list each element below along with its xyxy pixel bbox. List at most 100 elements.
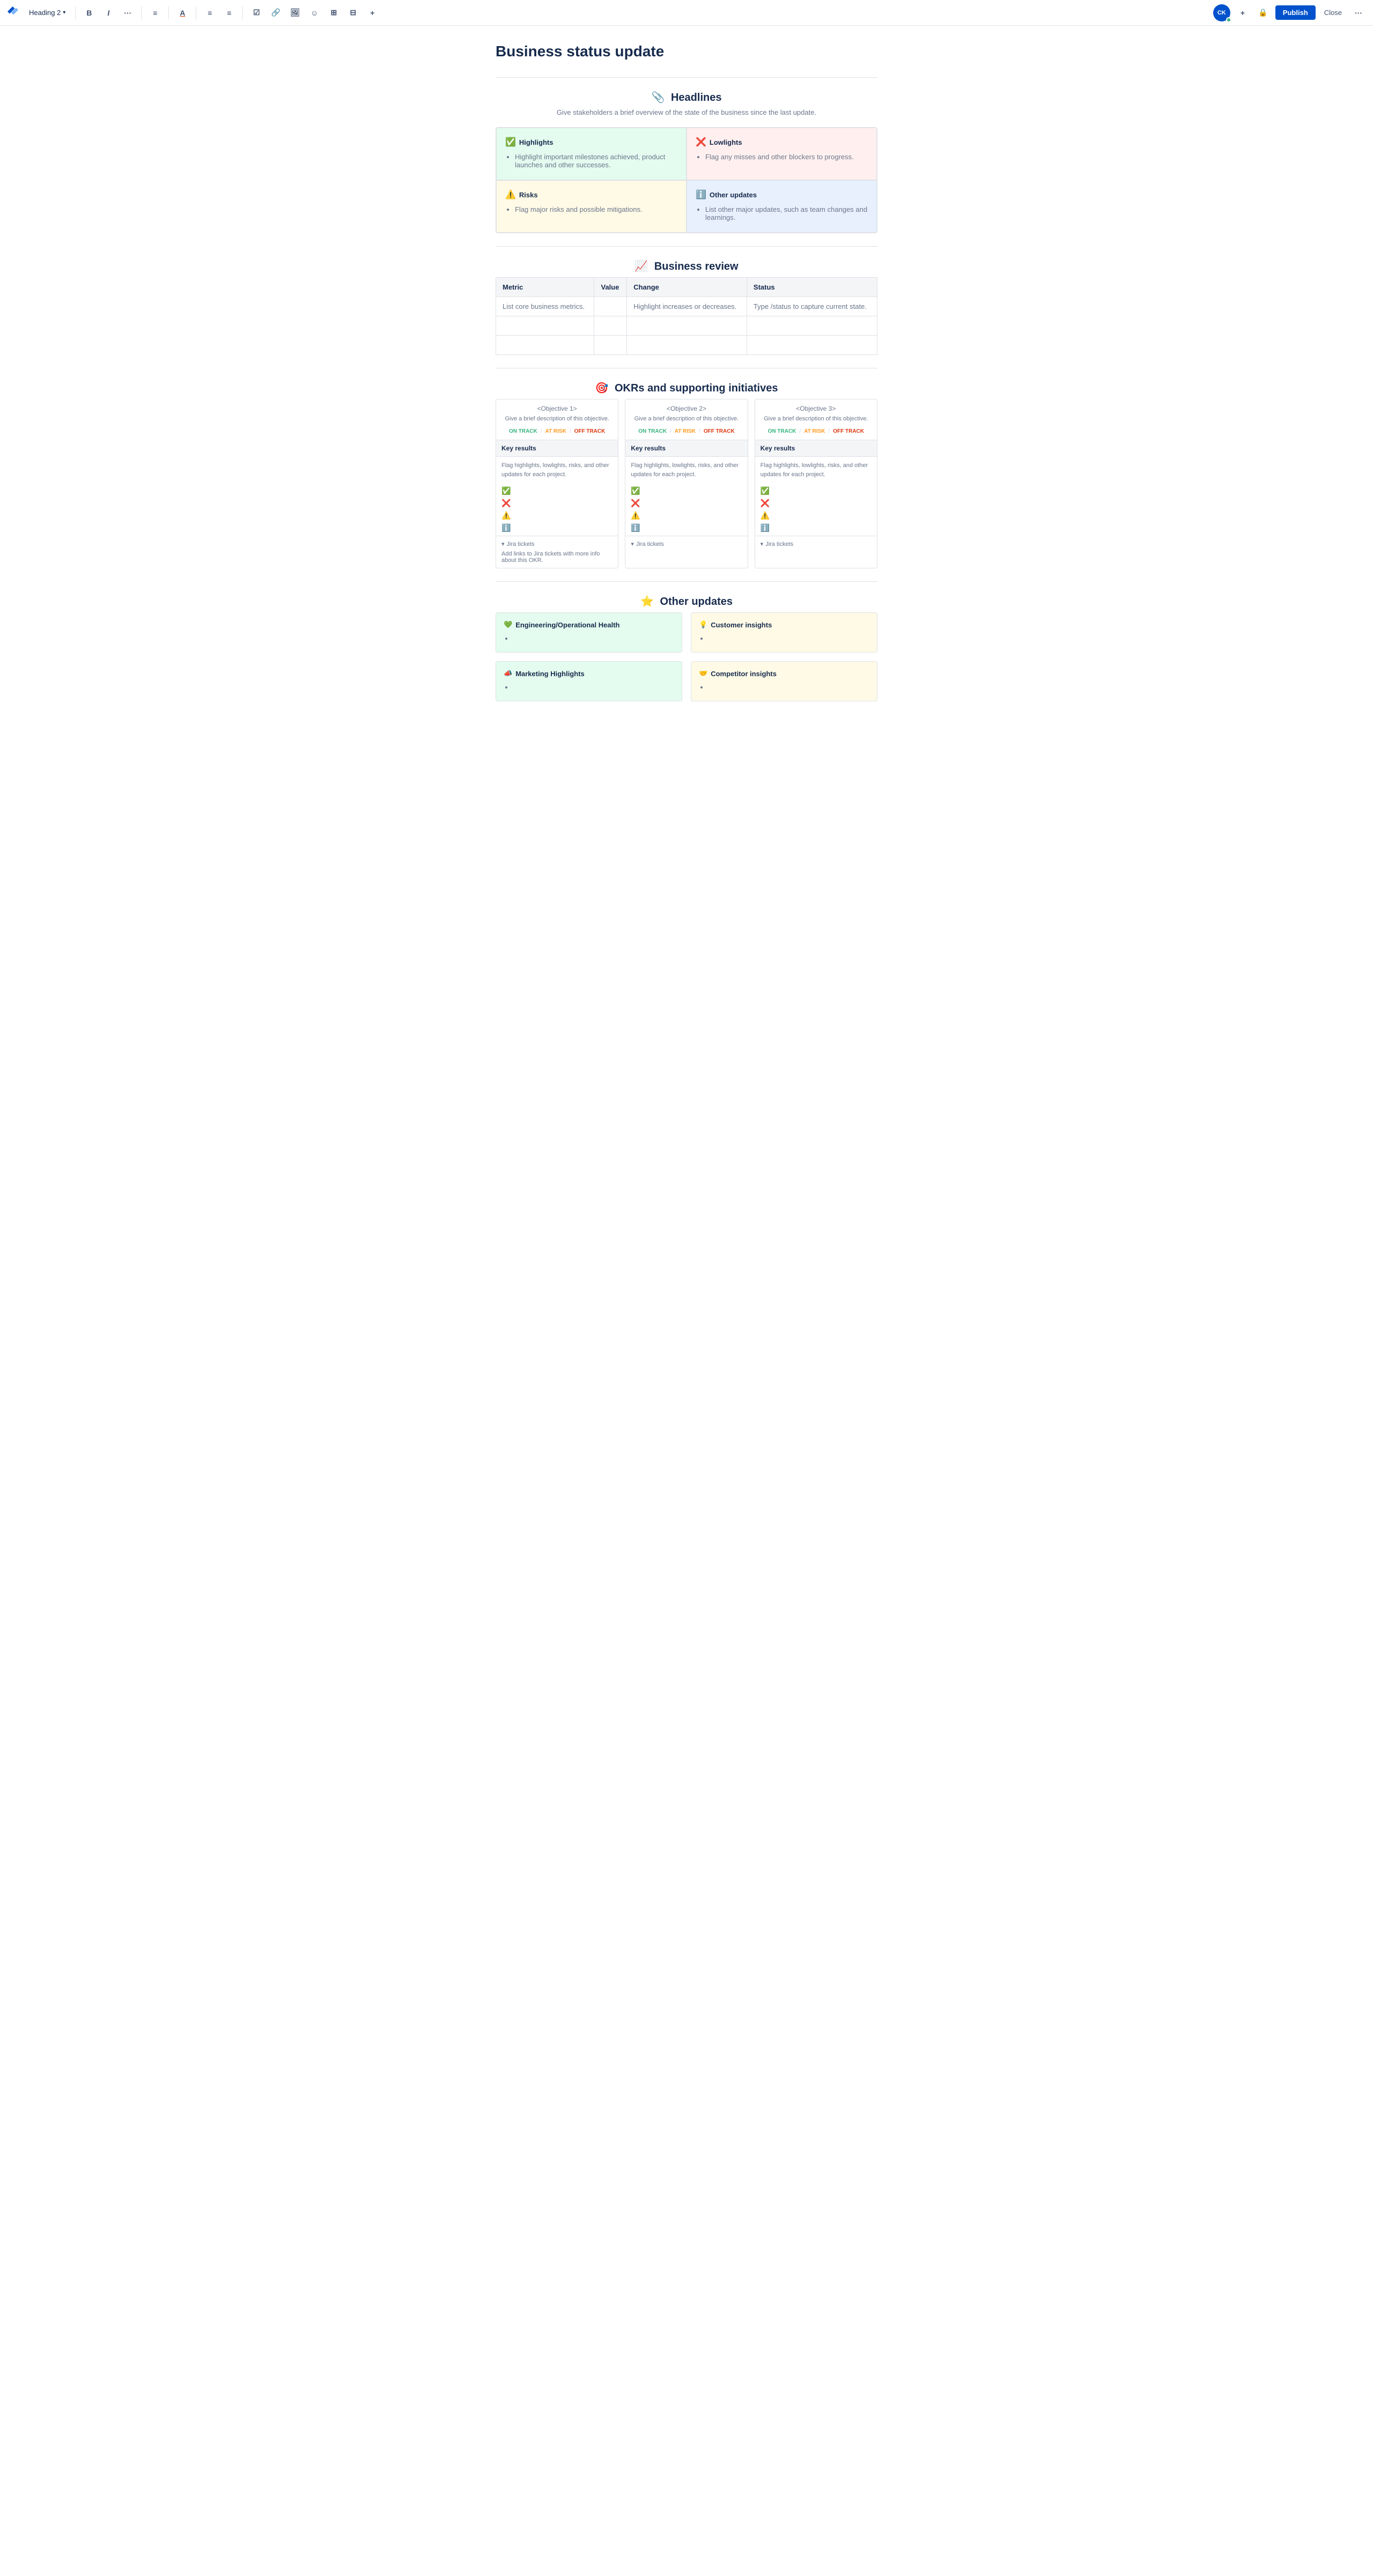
lowlights-title: ❌ Lowlights (696, 137, 868, 147)
warning-icon-2: ⚠️ (631, 511, 742, 520)
cross-icon: ❌ (501, 499, 612, 508)
divider-4 (496, 581, 877, 582)
publish-button[interactable]: Publish (1275, 5, 1316, 20)
okr-jira-expand-2[interactable]: ▾ Jira tickets (631, 541, 742, 547)
close-button[interactable]: Close (1320, 5, 1346, 20)
business-review-table: Metric Value Change Status List core bus… (496, 277, 877, 355)
okr-jira-2: ▾ Jira tickets (625, 536, 747, 555)
okr-jira-expand-3[interactable]: ▾ Jira tickets (761, 541, 872, 547)
check-icon-2: ✅ (631, 486, 742, 495)
toolbar-divider-3 (168, 6, 169, 19)
okr-status-row-3: ON TRACK / AT RISK / OFF TRACK (755, 426, 877, 440)
status-off-track-1: OFF TRACK (574, 428, 606, 434)
toolbar-right: CK + 🔒 Publish Close ··· (1213, 4, 1367, 21)
status-cell-3 (747, 336, 877, 355)
table-row[interactable]: List core business metrics. Highlight in… (496, 297, 877, 316)
okr-icons-3: ✅ ❌ ⚠️ ℹ️ (755, 483, 877, 536)
status-on-track-3: ON TRACK (768, 428, 796, 434)
table-header-row: Metric Value Change Status (496, 278, 877, 297)
status-cell-2 (747, 316, 877, 336)
okr-title-3: <Objective 3> (755, 399, 877, 416)
table-row[interactable] (496, 336, 877, 355)
okr-desc-1: Give a brief description of this objecti… (496, 416, 618, 426)
okr-card-3[interactable]: <Objective 3> Give a brief description o… (755, 399, 877, 568)
lowlights-cell[interactable]: ❌ Lowlights Flag any misses and other bl… (686, 128, 877, 180)
okr-key-results-body-3: Flag highlights, lowlights, risks, and o… (755, 457, 877, 483)
lowlights-icon: ❌ (696, 137, 706, 147)
okr-jira-1: ▾ Jira tickets Add links to Jira tickets… (496, 536, 618, 568)
other-updates-cell[interactable]: ℹ️ Other updates List other major update… (686, 180, 877, 233)
value-cell-2 (594, 316, 627, 336)
okr-title-2: <Objective 2> (625, 399, 747, 416)
okr-card-1[interactable]: <Objective 1> Give a brief description o… (496, 399, 618, 568)
add-more-button[interactable]: + (364, 5, 380, 21)
headlines-heading: 📎 Headlines (496, 91, 877, 104)
emoji-button[interactable]: ☺ (306, 5, 322, 21)
marketing-card[interactable]: 📣 Marketing Highlights (496, 661, 682, 701)
table-button[interactable]: ⊞ (326, 5, 342, 21)
align-button[interactable]: ≡ (147, 5, 163, 21)
bold-button[interactable]: B (81, 5, 97, 21)
status-sep-1b: / (570, 428, 571, 434)
risks-title: ⚠️ Risks (505, 189, 677, 200)
cross-icon-3: ❌ (761, 499, 872, 508)
risks-content: Flag major risks and possible mitigation… (505, 205, 677, 213)
okr-desc-2: Give a brief description of this objecti… (625, 416, 747, 426)
competitor-insights-card[interactable]: 🤝 Competitor insights (691, 661, 877, 701)
headlines-grid: ✅ Highlights Highlight important milesto… (496, 127, 877, 233)
task-button[interactable]: ☑ (248, 5, 264, 21)
toolbar-divider-5 (242, 6, 243, 19)
okr-status-row-1: ON TRACK / AT RISK / OFF TRACK (496, 426, 618, 440)
business-review-icon: 📈 (634, 261, 648, 272)
main-content: Business status update 📎 Headlines Give … (483, 26, 890, 744)
info-icon: ℹ️ (501, 523, 612, 532)
col-status: Status (747, 278, 877, 297)
status-sep-2a: / (670, 428, 671, 434)
risks-cell[interactable]: ⚠️ Risks Flag major risks and possible m… (496, 180, 686, 233)
status-sep-2b: / (699, 428, 700, 434)
link-button[interactable]: 🔗 (268, 5, 284, 21)
customer-insights-icon: 💡 (699, 620, 707, 629)
status-off-track-3: OFF TRACK (833, 428, 864, 434)
okrs-section: 🎯 OKRs and supporting initiatives <Objec… (496, 381, 877, 568)
okr-card-2[interactable]: <Objective 2> Give a brief description o… (625, 399, 748, 568)
customer-insights-card[interactable]: 💡 Customer insights (691, 612, 877, 653)
col-metric: Metric (496, 278, 594, 297)
status-at-risk-1: AT RISK (545, 428, 566, 434)
status-on-track-1: ON TRACK (509, 428, 537, 434)
competitor-insights-title: 🤝 Competitor insights (699, 669, 869, 678)
okrs-heading: 🎯 OKRs and supporting initiatives (496, 381, 877, 395)
lock-icon[interactable]: 🔒 (1255, 5, 1271, 21)
numbered-list-button[interactable]: ≡ (221, 5, 237, 21)
add-collaborator-button[interactable]: + (1235, 5, 1251, 21)
okr-jira-desc-1: Add links to Jira tickets with more info… (501, 551, 612, 564)
other-updates-content: List other major updates, such as team c… (696, 205, 868, 221)
image-button[interactable]: 🖼 (287, 5, 303, 21)
other-updates-section-icon: ⭐ (640, 596, 654, 608)
other-updates-heading: ⭐ Other updates (496, 595, 877, 608)
layout-button[interactable]: ⊟ (345, 5, 361, 21)
value-cell (594, 297, 627, 316)
status-cell: Type /status to capture current state. (747, 297, 877, 316)
heading-select[interactable]: Heading 2 ▾ (25, 6, 70, 19)
engineering-card[interactable]: 💚 Engineering/Operational Health (496, 612, 682, 653)
okr-jira-expand-1[interactable]: ▾ Jira tickets (501, 541, 612, 547)
more-text-button[interactable]: ··· (120, 5, 136, 21)
italic-button[interactable]: I (100, 5, 116, 21)
table-row[interactable] (496, 316, 877, 336)
headlines-icon: 📎 (652, 92, 665, 103)
logo-icon[interactable] (6, 5, 19, 20)
more-options-button[interactable]: ··· (1350, 5, 1367, 21)
bullet-list-button[interactable]: ≡ (202, 5, 218, 21)
competitor-insights-content (699, 683, 869, 691)
value-cell-3 (594, 336, 627, 355)
okr-key-results-header-3: Key results (755, 440, 877, 457)
page-title[interactable]: Business status update (496, 43, 877, 60)
okr-title-1: <Objective 1> (496, 399, 618, 416)
text-color-button[interactable]: A (174, 5, 190, 21)
avatar[interactable]: CK (1213, 4, 1230, 21)
customer-insights-content (699, 634, 869, 642)
status-off-track-2: OFF TRACK (704, 428, 735, 434)
other-updates-icon: ℹ️ (696, 189, 706, 200)
highlights-cell[interactable]: ✅ Highlights Highlight important milesto… (496, 128, 686, 180)
